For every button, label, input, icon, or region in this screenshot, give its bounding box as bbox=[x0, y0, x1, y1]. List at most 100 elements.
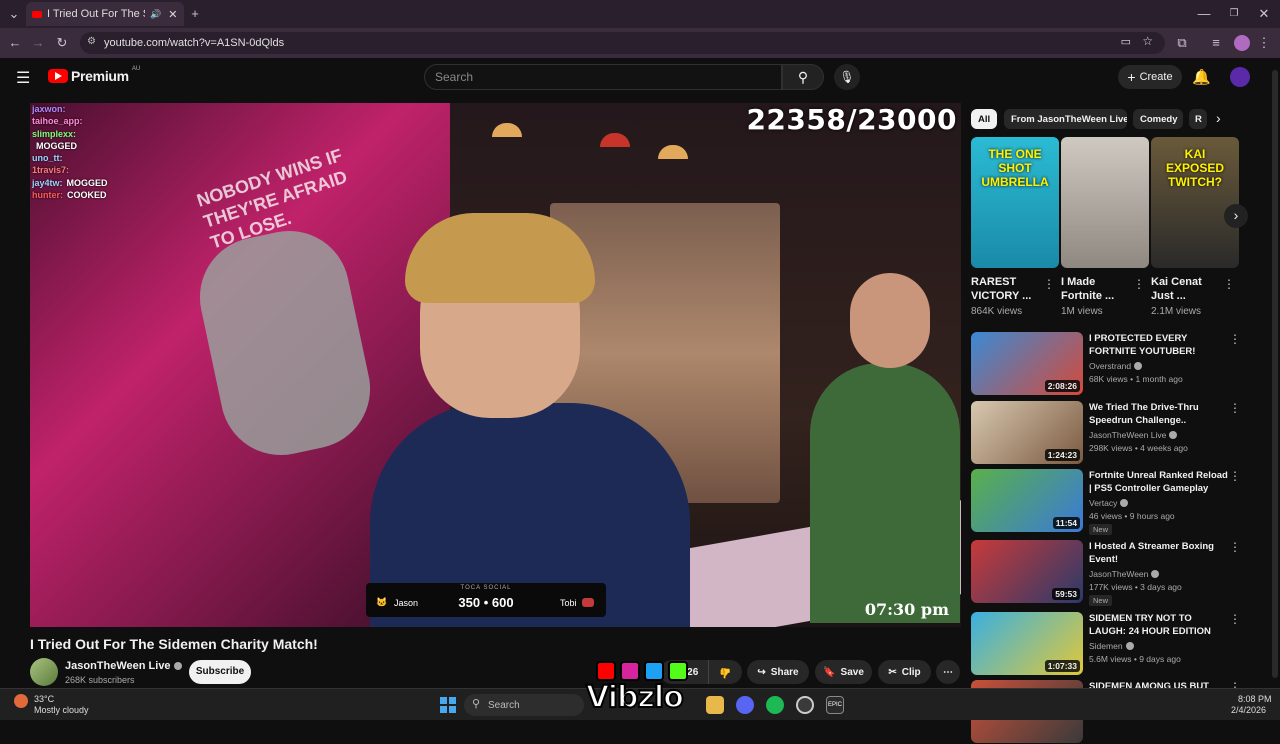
video-duration: 11:54 bbox=[1052, 517, 1080, 529]
chip-from-channel[interactable]: From JasonTheWeen Live bbox=[1004, 109, 1127, 129]
video-more-icon[interactable]: ⋮ bbox=[1229, 332, 1241, 346]
video-thumbnail[interactable]: 1:07:33 bbox=[971, 612, 1083, 675]
recommended-video[interactable]: 1:07:33 SIDEMEN TRY NOT TO LAUGH: 24 HOUR… bbox=[971, 612, 1241, 676]
browser-tab[interactable]: I Tried Out For The Sidemen 🔊 ✕ bbox=[26, 2, 184, 26]
back-icon[interactable]: ← bbox=[5, 33, 25, 53]
save-icon: 🔖 bbox=[823, 666, 836, 678]
video-player[interactable]: NOBODY WINS IF THEY'RE AFRAID TO LOSE. j… bbox=[30, 103, 961, 627]
dislike-button[interactable]: 👍 bbox=[708, 660, 742, 684]
video-thumbnail[interactable]: 11:54 bbox=[971, 469, 1083, 532]
profile-avatar[interactable] bbox=[1234, 35, 1250, 51]
spotify-icon[interactable] bbox=[766, 696, 784, 714]
close-window-icon[interactable]: ✕ bbox=[1254, 4, 1274, 24]
chip-more[interactable]: R bbox=[1189, 109, 1207, 129]
save-button[interactable]: 🔖 Save bbox=[815, 660, 872, 684]
video-title[interactable]: We Tried The Drive-Thru Speedrun Challen… bbox=[1089, 401, 1229, 427]
video-more-icon[interactable]: ⋮ bbox=[1229, 540, 1241, 554]
shorts-next-arrow-icon[interactable]: › bbox=[1224, 204, 1248, 228]
subscriber-count: 268K subscribers bbox=[65, 675, 135, 685]
goal-counter: 22358/23000 bbox=[746, 103, 957, 136]
short-thumbnail[interactable] bbox=[1061, 137, 1149, 268]
notifications-bell-icon[interactable]: 🔔 bbox=[1192, 68, 1211, 86]
video-frame-streamer-hair bbox=[405, 213, 595, 303]
file-explorer-icon[interactable] bbox=[706, 696, 724, 714]
forward-icon[interactable]: → bbox=[28, 33, 48, 53]
video-title[interactable]: I PROTECTED EVERY FORTNITE YOUTUBER! bbox=[1089, 332, 1229, 358]
recommended-video[interactable]: 11:54 Fortnite Unreal Ranked Reload | PS5… bbox=[971, 469, 1241, 535]
chip-comedy[interactable]: Comedy bbox=[1133, 109, 1183, 129]
chrome-menu-icon[interactable]: ⋮ bbox=[1254, 33, 1274, 53]
hamburger-menu-icon[interactable]: ☰ bbox=[16, 68, 30, 88]
video-more-icon[interactable]: ⋮ bbox=[1229, 401, 1241, 415]
restore-icon[interactable]: ❐ bbox=[1224, 4, 1244, 24]
video-thumbnail[interactable]: 1:24:23 bbox=[971, 401, 1083, 464]
video-title[interactable]: I Hosted A Streamer Boxing Event! bbox=[1089, 540, 1229, 566]
url-field[interactable]: ⚙ youtube.com/watch?v=A1SN-0dQlds ▭ ☆ bbox=[80, 32, 1165, 54]
clip-button[interactable]: ✂ Clip bbox=[878, 660, 931, 684]
extensions-icon[interactable]: ⧉ bbox=[1172, 33, 1192, 53]
tab-list-icon[interactable]: ⌄ bbox=[4, 4, 24, 24]
search-icon[interactable]: ⚲ bbox=[782, 64, 824, 90]
reading-list-icon[interactable]: ≡ bbox=[1206, 33, 1226, 53]
short-title[interactable]: Kai Cenat Just ... bbox=[1151, 275, 1221, 303]
reload-icon[interactable]: ↻ bbox=[52, 33, 72, 53]
recommended-video[interactable]: 59:53 I Hosted A Streamer Boxing Event! Ja… bbox=[971, 540, 1241, 606]
tab-close-icon[interactable]: ✕ bbox=[168, 8, 177, 21]
video-meta: 46 views • 9 hours ago bbox=[1089, 511, 1175, 521]
channel-name[interactable]: JasonTheWeen Live bbox=[65, 660, 182, 672]
discord-icon[interactable] bbox=[736, 696, 754, 714]
page-scrollbar[interactable] bbox=[1272, 70, 1278, 678]
short-thumbnail[interactable]: THE ONE SHOT UMBRELLA bbox=[971, 137, 1059, 268]
weather-icon[interactable] bbox=[14, 694, 28, 708]
youtube-logo[interactable]: Premium AU bbox=[48, 66, 140, 84]
kick-icon bbox=[668, 661, 688, 681]
youtube-favicon-icon bbox=[32, 10, 42, 18]
epic-games-icon[interactable]: EPIC bbox=[826, 696, 844, 714]
chip-all[interactable]: All bbox=[971, 109, 997, 129]
video-channel[interactable]: JasonTheWeen bbox=[1089, 569, 1160, 579]
bookmark-star-icon[interactable]: ☆ bbox=[1142, 34, 1153, 48]
chat-message: uno_tt: bbox=[32, 152, 192, 164]
channel-avatar[interactable] bbox=[30, 658, 58, 686]
windows-start-icon[interactable] bbox=[440, 697, 456, 713]
speaker-icon: 🔊 bbox=[150, 8, 162, 19]
subscribe-button[interactable]: Subscribe bbox=[189, 660, 251, 684]
video-title[interactable]: SIDEMEN TRY NOT TO LAUGH: 24 HOUR EDITIO… bbox=[1089, 612, 1229, 638]
taskbar-date[interactable]: 2/4/2026 bbox=[1231, 705, 1266, 715]
video-channel[interactable]: Vertacy bbox=[1089, 498, 1129, 508]
video-channel[interactable]: Overstrand bbox=[1089, 361, 1143, 371]
video-channel[interactable]: Sidemen bbox=[1089, 641, 1134, 651]
short-more-icon[interactable]: ⋮ bbox=[1043, 277, 1055, 291]
new-tab-icon[interactable]: + bbox=[185, 4, 205, 24]
video-frame-person bbox=[810, 363, 960, 623]
short-title[interactable]: RAREST VICTORY ... bbox=[971, 275, 1041, 303]
minimize-icon[interactable]: — bbox=[1194, 4, 1214, 24]
more-actions-button[interactable]: ⋯ bbox=[936, 660, 960, 684]
recommended-video[interactable]: 2:08:26 I PROTECTED EVERY FORTNITE YOUTUB… bbox=[971, 332, 1241, 396]
microphone-icon[interactable]: 🎙 bbox=[834, 64, 860, 90]
cast-icon[interactable]: ▭ bbox=[1121, 35, 1131, 48]
video-more-icon[interactable]: ⋮ bbox=[1229, 469, 1241, 483]
recommended-video[interactable]: 1:24:23 We Tried The Drive-Thru Speedrun … bbox=[971, 401, 1241, 465]
short-thumbnail[interactable]: KAI EXPOSED TWITCH? bbox=[1151, 137, 1239, 268]
chips-next-arrow-icon[interactable]: › bbox=[1216, 110, 1221, 126]
short-title[interactable]: I Made Fortnite ... bbox=[1061, 275, 1131, 303]
create-button[interactable]: + Create bbox=[1118, 65, 1182, 89]
short-more-icon[interactable]: ⋮ bbox=[1133, 277, 1145, 291]
video-thumbnail[interactable]: 59:53 bbox=[971, 540, 1083, 603]
site-info-icon[interactable]: ⚙ bbox=[87, 36, 96, 47]
share-button[interactable]: ↪ Share bbox=[747, 660, 809, 684]
weather-desc[interactable]: Mostly cloudy bbox=[34, 705, 89, 715]
video-title[interactable]: Fortnite Unreal Ranked Reload | PS5 Cont… bbox=[1089, 469, 1229, 495]
search-input[interactable]: Search bbox=[424, 64, 782, 90]
taskbar-time[interactable]: 8:08 PM bbox=[1238, 694, 1272, 704]
video-thumbnail[interactable]: 2:08:26 bbox=[971, 332, 1083, 395]
steam-icon[interactable] bbox=[796, 696, 814, 714]
video-more-icon[interactable]: ⋮ bbox=[1229, 612, 1241, 626]
weather-temp[interactable]: 33°C bbox=[34, 694, 54, 704]
video-channel[interactable]: JasonTheWeen Live bbox=[1089, 430, 1178, 440]
short-more-icon[interactable]: ⋮ bbox=[1223, 277, 1235, 291]
account-avatar[interactable] bbox=[1230, 67, 1250, 87]
chat-message: MOGGED bbox=[32, 140, 192, 152]
taskbar-search[interactable]: ⚲ Search bbox=[464, 694, 584, 716]
